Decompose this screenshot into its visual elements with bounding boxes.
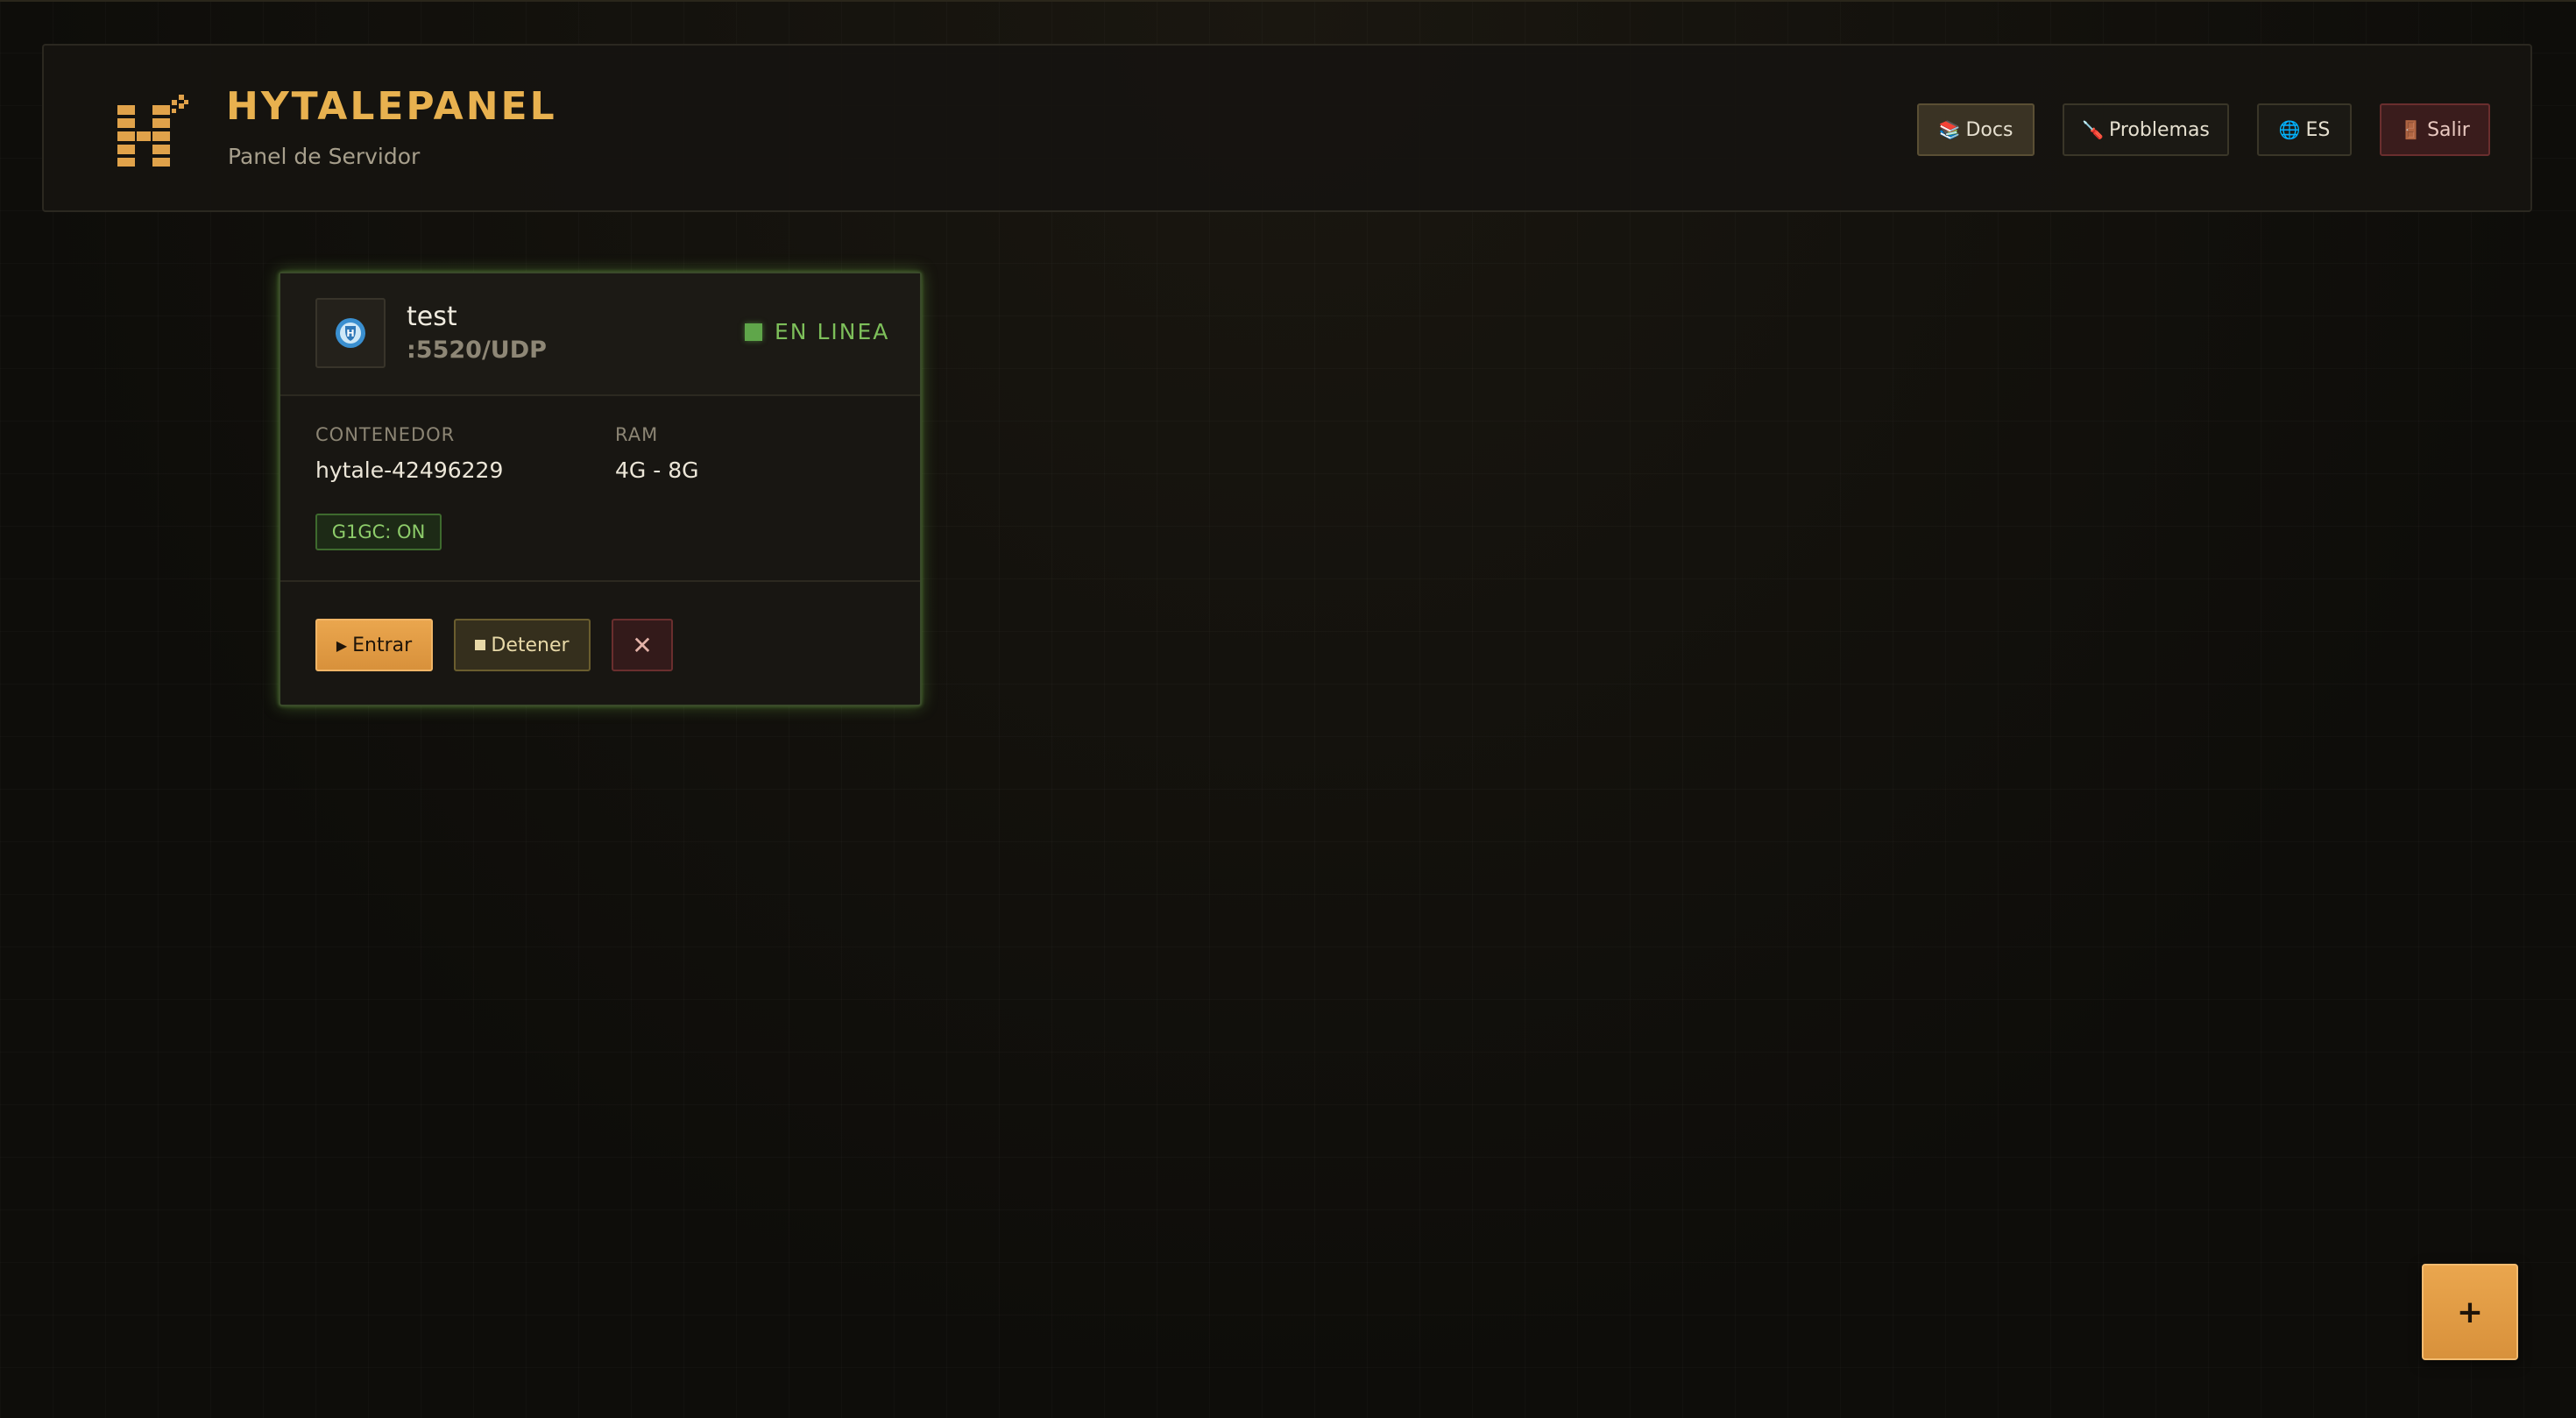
ram-value: 4G - 8G bbox=[615, 457, 699, 483]
globe-icon: 🌐 bbox=[2278, 119, 2301, 140]
server-avatar-icon: H bbox=[315, 298, 386, 368]
screwdriver-icon: 🪛 bbox=[2082, 119, 2104, 140]
server-port: :5520/UDP bbox=[407, 337, 547, 364]
books-icon: 📚 bbox=[1938, 119, 1961, 140]
server-name: test bbox=[407, 301, 457, 332]
door-icon: 🚪 bbox=[2400, 119, 2423, 140]
hytale-h-logo-icon bbox=[116, 95, 189, 168]
delete-server-button[interactable]: ✕ bbox=[612, 619, 673, 671]
app-header: HYTALEPANEL Panel de Servidor 📚 Docs 🪛 P… bbox=[42, 44, 2532, 212]
problemas-button[interactable]: 🪛 Problemas bbox=[2063, 103, 2229, 156]
brand-title: HYTALEPANEL bbox=[226, 84, 557, 129]
svg-text:H: H bbox=[346, 328, 354, 339]
docs-button[interactable]: 📚 Docs bbox=[1917, 103, 2035, 156]
plus-icon: + bbox=[2456, 1294, 2484, 1330]
close-icon: ✕ bbox=[632, 630, 653, 660]
brand-subtitle: Panel de Servidor bbox=[228, 144, 421, 169]
problemas-button-label: Problemas bbox=[2109, 118, 2210, 141]
container-value: hytale-42496229 bbox=[315, 457, 504, 483]
status-text: EN LINEA bbox=[775, 319, 890, 344]
language-button-label: ES bbox=[2305, 118, 2331, 141]
logout-button[interactable]: 🚪 Salir bbox=[2380, 103, 2490, 156]
enter-button-label: Entrar bbox=[352, 634, 413, 656]
top-border-line bbox=[0, 0, 2576, 2]
play-icon: ▶ bbox=[336, 636, 348, 654]
server-card: H test :5520/UDP EN LINEA CONTENEDOR hyt… bbox=[279, 272, 922, 706]
language-button[interactable]: 🌐 ES bbox=[2257, 103, 2352, 156]
stop-button-label: Detener bbox=[491, 634, 570, 656]
logout-button-label: Salir bbox=[2427, 118, 2470, 141]
stop-button[interactable]: Detener bbox=[454, 619, 591, 671]
status-online-icon bbox=[745, 323, 762, 341]
docs-button-label: Docs bbox=[1965, 118, 2013, 141]
card-divider bbox=[280, 580, 920, 582]
stop-square-icon bbox=[475, 640, 486, 650]
ram-label: RAM bbox=[615, 424, 659, 445]
status-badge: EN LINEA bbox=[745, 319, 889, 344]
gc-badge: G1GC: ON bbox=[315, 514, 442, 550]
container-label: CONTENEDOR bbox=[315, 424, 456, 445]
enter-button[interactable]: ▶ Entrar bbox=[315, 619, 433, 671]
server-card-header: H test :5520/UDP EN LINEA bbox=[280, 273, 920, 396]
add-server-button[interactable]: + bbox=[2422, 1264, 2518, 1360]
